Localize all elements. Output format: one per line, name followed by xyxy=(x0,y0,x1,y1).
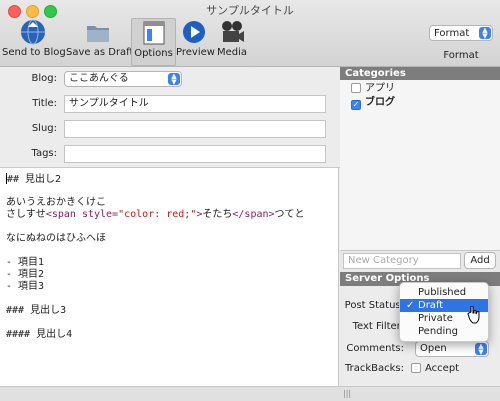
editor-line: ### 見出し3 xyxy=(6,305,67,316)
tags-row: Tags: xyxy=(0,144,340,164)
editor-line: ## 見出し2 xyxy=(6,173,62,185)
options-panel-icon xyxy=(143,21,164,45)
checkbox-icon[interactable] xyxy=(351,83,361,93)
title-input[interactable]: サンプルタイトル xyxy=(64,95,326,113)
folder-icon xyxy=(87,26,109,42)
text-filter-label: Text Filter: xyxy=(352,321,404,332)
post-status-label: Post Status: xyxy=(344,300,404,311)
text-caret xyxy=(6,173,7,184)
options-label: Options xyxy=(134,48,173,59)
save-as-draft-label: Save as Draft xyxy=(66,47,134,58)
mouse-pointer-icon xyxy=(467,306,480,324)
add-category-button[interactable]: Add xyxy=(464,252,496,269)
save-as-draft-button[interactable]: Save as Draft xyxy=(66,18,134,64)
menu-item-label: Private xyxy=(418,313,453,324)
blog-label: Blog: xyxy=(31,73,57,84)
film-camera-icon xyxy=(222,21,244,42)
resize-grip-icon[interactable]: ||| xyxy=(343,389,351,398)
comments-value: Open xyxy=(420,343,447,354)
editor-line: なにぬねのはひふへほ xyxy=(6,233,106,244)
slug-input[interactable] xyxy=(64,120,326,138)
categories-list: アプリ ✓ ブログ xyxy=(340,80,500,251)
play-icon xyxy=(183,21,205,43)
menu-item-label: Pending xyxy=(418,326,458,337)
stepper-icon: ▲ ▼ xyxy=(168,73,180,86)
markdown-editor[interactable]: ## 見出し2 あいうえおかきくけこ さしすせ<span style="color… xyxy=(0,168,339,386)
format-value: Format xyxy=(434,28,470,39)
menu-item-label: Published xyxy=(418,287,467,298)
trackbacks-accept[interactable]: Accept xyxy=(411,363,459,375)
menu-item-label: Draft xyxy=(418,300,444,311)
editor-line: - 項目2 xyxy=(6,269,45,280)
format-caption: Format xyxy=(443,50,479,61)
title-row: Title: サンプルタイトル xyxy=(0,94,340,114)
checkmark-icon: ✓ xyxy=(406,300,415,311)
slug-row: Slug: xyxy=(0,119,340,139)
checkbox-icon[interactable] xyxy=(411,363,421,373)
editor-line: あいうえおかきくけこ xyxy=(6,197,106,208)
title-label: Title: xyxy=(32,98,57,109)
options-button[interactable]: Options xyxy=(131,18,176,66)
editor-line: - 項目1 xyxy=(6,257,45,268)
preview-label: Preview xyxy=(176,47,215,58)
post-metadata: Blog: ここあんぐる ▲ ▼ Title: サンプルタイトル Slug: Ta… xyxy=(0,67,340,168)
trackbacks-label: TrackBacks: xyxy=(344,363,404,374)
editor-line: さしすせ<span style="color: red;">そたち</span>… xyxy=(6,209,305,220)
media-label: Media xyxy=(216,47,248,58)
editor-window: サンプルタイトル Send to Blog Save as Draft Opti… xyxy=(0,0,500,401)
tags-label: Tags: xyxy=(31,148,57,159)
stepper-icon: ▲ ▼ xyxy=(479,27,491,40)
window-title: サンプルタイトル xyxy=(206,4,294,17)
category-item[interactable]: ✓ ブログ xyxy=(351,96,395,110)
bottom-bar: ||| xyxy=(0,386,500,401)
comments-label: Comments: xyxy=(346,343,404,354)
blog-row: Blog: ここあんぐる ▲ ▼ xyxy=(0,69,340,89)
media-button[interactable]: Media xyxy=(214,18,250,64)
tags-input[interactable] xyxy=(64,145,326,163)
globe-upload-icon xyxy=(21,19,45,45)
menu-item-published[interactable]: Published xyxy=(400,286,488,299)
send-to-blog-button[interactable]: Send to Blog xyxy=(2,18,66,64)
preview-button[interactable]: Preview xyxy=(176,18,215,64)
blog-value: ここあんぐる xyxy=(69,73,129,84)
format-control: Format ▲ ▼ Format xyxy=(428,25,494,61)
category-item[interactable]: アプリ xyxy=(351,82,395,96)
checked-checkbox-icon[interactable]: ✓ xyxy=(351,100,361,110)
stepper-icon: ▲ ▼ xyxy=(475,343,487,356)
category-label: アプリ xyxy=(365,83,395,94)
format-select[interactable]: Format ▲ ▼ xyxy=(429,25,493,41)
categories-header: Categories xyxy=(340,67,500,80)
category-label: ブログ xyxy=(365,97,395,108)
editor-line: #### 見出し4 xyxy=(6,329,73,340)
menu-item-pending[interactable]: Pending xyxy=(400,325,488,338)
comments-select[interactable]: Open ▲ ▼ xyxy=(415,341,489,357)
accept-label: Accept xyxy=(425,363,460,374)
editor-line: - 項目3 xyxy=(6,281,45,292)
new-category-input[interactable]: New Category xyxy=(343,253,461,269)
slug-label: Slug: xyxy=(31,123,57,134)
blog-select[interactable]: ここあんぐる ▲ ▼ xyxy=(64,71,182,87)
send-to-blog-label: Send to Blog xyxy=(2,47,66,58)
titlebar-toolbar: サンプルタイトル Send to Blog Save as Draft Opti… xyxy=(0,0,500,67)
